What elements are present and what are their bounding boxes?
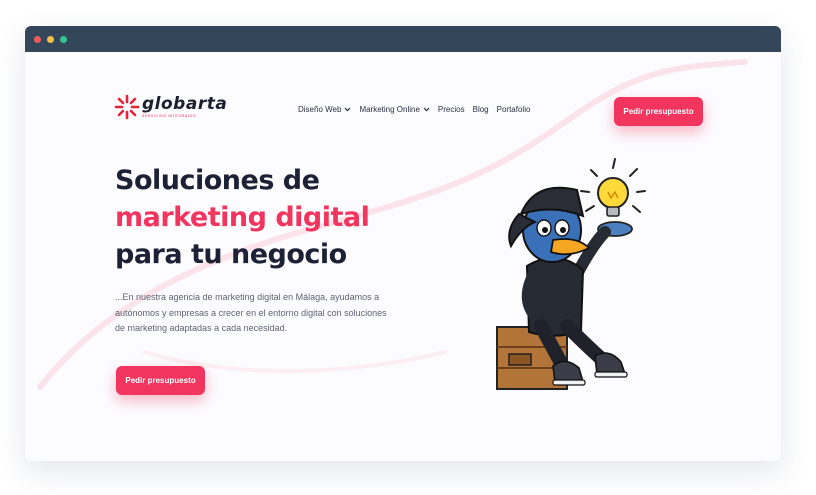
browser-window: globarta SERVICIOS INTEGRALES Diseño Web… — [25, 26, 781, 461]
header-quote-button[interactable]: Pedir presupuesto — [614, 97, 703, 126]
nav-item-label: Blog — [472, 105, 489, 114]
maximize-window-dot[interactable] — [60, 35, 67, 43]
hero-quote-button[interactable]: Pedir presupuesto — [116, 366, 205, 395]
chevron-down-icon — [345, 107, 351, 112]
nav-item-diseno-web[interactable]: Diseño Web — [298, 105, 351, 114]
hero-description: ...En nuestra agencia de marketing digit… — [115, 292, 387, 333]
nav-item-label: Diseño Web — [298, 105, 342, 114]
brand-name: globarta — [142, 94, 228, 114]
duck-mascot-illustration — [496, 158, 646, 390]
nav-item-label: Portafolio — [496, 105, 531, 114]
nav-item-label: Precios — [437, 105, 465, 114]
nav-item-label: Marketing Online — [359, 105, 420, 114]
main-nav: Diseño Web Marketing Online Precios Blog… — [298, 105, 530, 114]
nav-item-blog[interactable]: Blog — [473, 105, 489, 114]
landing-page: globarta SERVICIOS INTEGRALES Diseño Web… — [25, 52, 781, 461]
window-titlebar — [25, 26, 781, 52]
nav-item-precios[interactable]: Precios — [438, 105, 465, 114]
nav-item-portafolio[interactable]: Portafolio — [497, 105, 531, 114]
hero-title-line-3: para tu negocio — [115, 239, 347, 270]
hero-title-line-1: Soluciones de — [115, 165, 320, 196]
starburst-logo-icon — [114, 94, 140, 120]
chevron-down-icon — [423, 107, 430, 112]
hero-title-line-2: marketing digital — [115, 202, 370, 233]
hero-title: Soluciones de marketing digital para tu … — [115, 162, 370, 273]
nav-item-marketing-online[interactable]: Marketing Online — [359, 105, 430, 114]
brand-tagline: SERVICIOS INTEGRALES — [142, 114, 197, 118]
minimize-window-dot[interactable] — [47, 35, 54, 43]
close-window-dot[interactable] — [34, 35, 41, 43]
brand-logo[interactable]: globarta SERVICIOS INTEGRALES — [114, 94, 227, 120]
